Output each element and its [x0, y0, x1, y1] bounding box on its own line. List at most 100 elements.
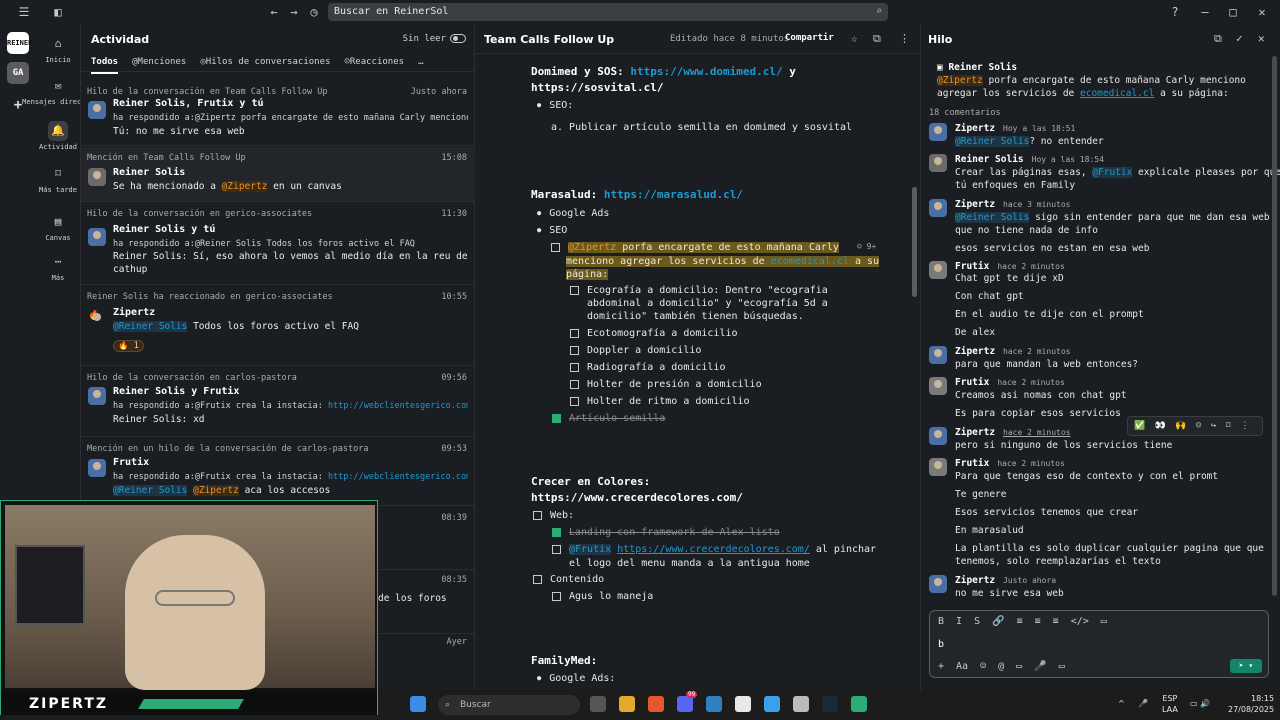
task-item[interactable]: Holter de ritmo a domicilio — [570, 396, 750, 407]
forward-arrow-icon[interactable]: → — [286, 4, 302, 20]
back-arrow-icon[interactable]: ← — [266, 4, 282, 20]
thread-scrollbar[interactable] — [1272, 56, 1277, 596]
mention[interactable]: @Zipertz — [568, 242, 617, 253]
task-item[interactable]: Contenido — [533, 574, 604, 585]
link[interactable]: https://marasalud.cl/ — [604, 188, 743, 201]
checkbox[interactable] — [533, 510, 542, 520]
task-item[interactable]: Artículo semilla — [552, 413, 665, 424]
mention[interactable]: @Reiner Solis — [955, 212, 1030, 223]
copy-icon[interactable]: ⧉ — [873, 32, 881, 46]
task-item[interactable]: Ecotomografía a domicilio — [570, 328, 738, 339]
brave-icon[interactable] — [648, 696, 664, 712]
check-icon[interactable]: ✓ — [1236, 32, 1243, 45]
activity-item[interactable]: Mención en un hilo de la conversación de… — [81, 438, 475, 506]
windows-start-icon[interactable] — [410, 696, 426, 712]
sidebar-toggle-icon[interactable]: ◧ — [50, 4, 66, 20]
slack-icon[interactable] — [735, 696, 751, 712]
mention[interactable]: @Zipertz — [221, 181, 268, 192]
discord-icon[interactable]: 99 — [677, 691, 698, 712]
link[interactable]: https://sosvital.cl/ — [531, 81, 663, 94]
checkbox[interactable] — [533, 574, 542, 584]
star-icon[interactable]: ☆ — [851, 32, 858, 45]
vscode-icon[interactable] — [706, 696, 722, 712]
checkbox[interactable] — [570, 362, 579, 372]
composer-input[interactable]: b — [938, 639, 944, 650]
task-item[interactable]: Doppler a domicilio — [570, 345, 701, 356]
task-item[interactable]: Agus lo maneja — [552, 591, 653, 602]
popout-icon[interactable]: ⧉ — [1214, 32, 1222, 46]
checkbox[interactable] — [551, 242, 560, 252]
activity-item[interactable]: Mención en Team Calls Follow Up 15:08 Re… — [81, 147, 475, 202]
minimize-icon[interactable]: – — [1197, 4, 1213, 20]
task-item[interactable]: Radiografía a domicilio — [570, 362, 725, 373]
task-item[interactable]: Web: — [533, 510, 574, 521]
maximize-icon[interactable]: □ — [1225, 4, 1241, 20]
scrollbar[interactable] — [912, 187, 917, 297]
task-item[interactable]: @Zipertz porfa encargate de esto mañana … — [551, 242, 839, 253]
item-link[interactable]: http://webclientesgerico.com/c… — [328, 472, 468, 482]
more-vertical-icon[interactable]: ⋮ — [899, 32, 910, 45]
activity-item[interactable]: Hilo de la conversación en Team Calls Fo… — [81, 81, 475, 146]
taskbar-search[interactable]: ⌕ Buscar — [438, 695, 580, 715]
tab-all[interactable]: Todos — [91, 52, 119, 74]
task-item[interactable]: Ecografía a domicilio: Dentro "ecografia — [570, 285, 828, 296]
tab-more[interactable]: … — [418, 52, 423, 72]
unread-toggle[interactable]: Sin leer — [403, 34, 466, 44]
mention[interactable]: @Frutix — [569, 544, 612, 555]
message-actions[interactable]: ✅ 👀 🙌 ☺ ↪ ⌑ ⋮ — [1127, 416, 1263, 436]
activity-item[interactable]: Reiner Solis ha reaccionado en gerico-as… — [81, 286, 475, 366]
task-item[interactable]: Holter de presión a domicilio — [570, 379, 762, 390]
link[interactable]: ecomedical.cl — [770, 256, 849, 267]
checkbox[interactable] — [570, 396, 579, 406]
tab-mentions[interactable]: @Menciones — [132, 52, 186, 72]
search-input[interactable]: Buscar en ReinerSol ⌕ — [328, 3, 888, 21]
message-composer[interactable]: B I S 🔗 ≡ ≡ ≡ </> ▭ b + Aa ☺ @ ▭ 🎤 ▭ ➤ ▾ — [929, 610, 1269, 678]
mention[interactable]: @Frutix — [1092, 167, 1133, 178]
activity-item[interactable]: Hilo de la conversación en carlos-pastor… — [81, 367, 475, 437]
clock[interactable]: 18:15 27/08/2025 — [1228, 693, 1274, 715]
mention[interactable]: @Reiner Solis — [955, 136, 1030, 147]
tray-chevron-icon[interactable]: ^ — [1118, 698, 1125, 709]
obs-icon[interactable] — [851, 696, 867, 712]
close-icon[interactable]: ✕ — [1254, 4, 1270, 20]
mention[interactable]: @Zipertz — [937, 75, 983, 86]
item-link[interactable]: http://webclientesgerico.com/c… — [328, 401, 468, 411]
activity-item[interactable]: Hilo de la conversación en gerico-associ… — [81, 203, 475, 285]
timestamp[interactable]: hace 2 minutos — [1003, 428, 1070, 437]
task-item[interactable]: Landing con framework de Alex listo — [552, 527, 780, 538]
checkbox[interactable] — [552, 544, 561, 554]
network-icon[interactable]: ▭ 🔊 — [1190, 698, 1210, 709]
link[interactable]: https://www.crecerdecolores.com/ — [531, 491, 743, 504]
tab-threads[interactable]: ◎Hilos de conversaciones — [200, 52, 330, 72]
comment-count[interactable]: ☺ 9+ — [857, 242, 876, 251]
checkbox-checked[interactable] — [552, 527, 561, 537]
checkbox[interactable] — [552, 591, 561, 601]
task-item[interactable]: @Frutix https://www.crecerdecolores.com/… — [552, 544, 876, 555]
menu-icon[interactable]: ☰ — [16, 4, 32, 20]
history-icon[interactable]: ◷ — [306, 4, 322, 20]
checkbox[interactable] — [570, 379, 579, 389]
language-indicator[interactable]: ESP LAA — [1162, 693, 1178, 715]
mic-icon[interactable]: 🎤 — [1138, 698, 1148, 709]
checkbox-checked[interactable] — [552, 413, 561, 423]
link[interactable]: ecomedical.cl — [1080, 88, 1154, 99]
steam-icon[interactable] — [822, 696, 838, 712]
reaction-badge[interactable]: 🔥 1 — [113, 340, 144, 352]
composer-actions[interactable]: + Aa ☺ @ ▭ 🎤 ▭ — [938, 661, 1065, 672]
help-icon[interactable]: ? — [1167, 4, 1183, 20]
send-button[interactable]: ➤ ▾ — [1230, 659, 1262, 673]
mention[interactable]: @Reiner Solis — [113, 321, 188, 332]
link[interactable]: https://www.crecerdecolores.com/ — [617, 544, 810, 555]
link[interactable]: https://www.domimed.cl/ — [630, 65, 782, 78]
share-button[interactable]: Compartir — [785, 33, 834, 43]
checkbox[interactable] — [570, 285, 579, 295]
tab-reactions[interactable]: ☺Reacciones — [344, 52, 404, 72]
taskview-icon[interactable] — [590, 696, 606, 712]
explorer-icon[interactable] — [619, 696, 635, 712]
close-thread-icon[interactable]: ✕ — [1258, 32, 1265, 45]
mention[interactable]: @Reiner Solis — [113, 485, 188, 496]
mention[interactable]: @Zipertz — [193, 485, 239, 496]
format-toolbar[interactable]: B I S 🔗 ≡ ≡ ≡ </> ▭ — [938, 616, 1107, 627]
toggle-switch[interactable] — [450, 34, 466, 43]
notepad-icon[interactable] — [764, 696, 780, 712]
